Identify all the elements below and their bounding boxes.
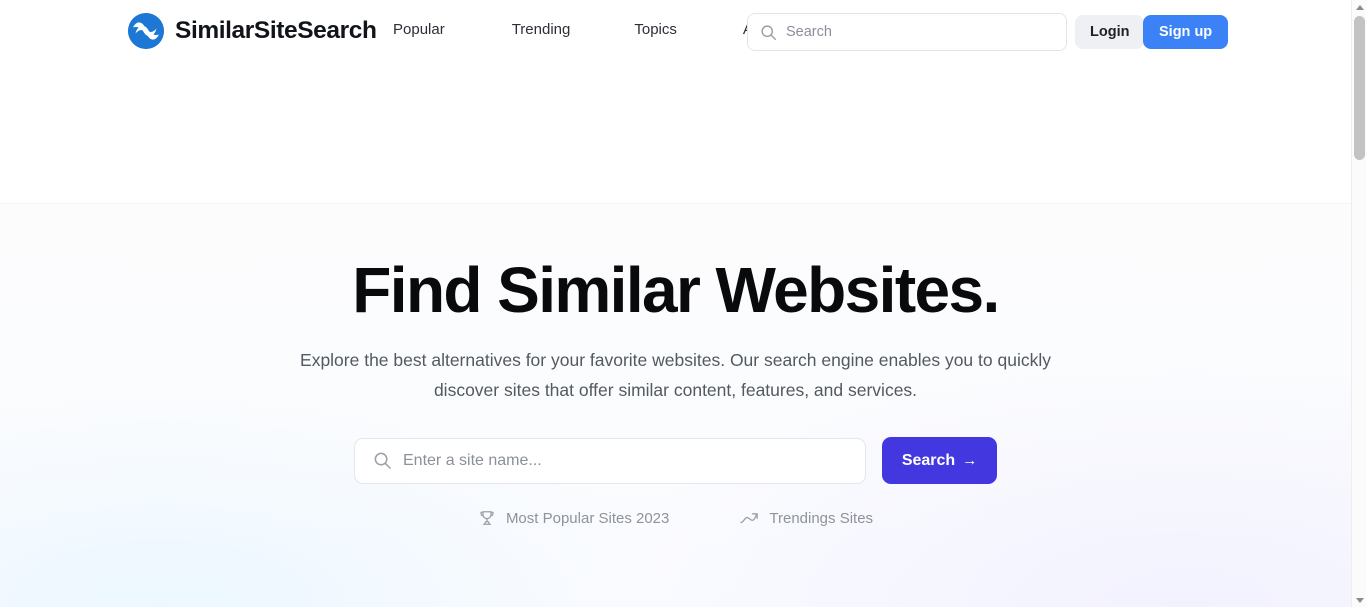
wave-circle-logo-icon — [128, 13, 164, 49]
vertical-scrollbar[interactable] — [1351, 0, 1366, 607]
trending-up-icon — [739, 509, 759, 527]
search-button-label: Search — [901, 451, 956, 469]
trophy-icon — [478, 509, 496, 527]
arrow-right-icon: → — [962, 452, 978, 469]
nav-item-popular[interactable]: Popular — [393, 21, 445, 38]
scroll-up-arrow-icon[interactable] — [1352, 0, 1366, 14]
site-name-input[interactable]: Enter a site name... — [403, 452, 542, 470]
quick-link-label: Most Popular Sites 2023 — [505, 509, 670, 527]
hero-section: Find Similar Websites. Explore the best … — [0, 203, 1351, 607]
page-title: Find Similar Websites. — [352, 254, 1000, 326]
page-content: SimilarSiteSearch Popular Trending Topic… — [0, 0, 1351, 607]
header-search-input[interactable]: Search — [786, 24, 832, 40]
nav-item-topics[interactable]: Topics — [634, 21, 677, 38]
hero-search-row: Enter a site name... Search → — [354, 437, 997, 484]
quick-link-most-popular[interactable]: Most Popular Sites 2023 — [478, 509, 669, 527]
browser-viewport: SimilarSiteSearch Popular Trending Topic… — [0, 0, 1366, 607]
search-icon — [373, 451, 392, 470]
login-button[interactable]: Login — [1075, 15, 1145, 49]
brand-name: SimilarSiteSearch — [175, 17, 377, 44]
site-header: SimilarSiteSearch Popular Trending Topic… — [0, 0, 1351, 64]
scroll-down-arrow-icon[interactable] — [1352, 593, 1366, 607]
quick-links: Most Popular Sites 2023 Trendings Sites — [0, 509, 1351, 527]
search-button[interactable]: Search → — [882, 437, 997, 484]
main-nav: Popular Trending Topics API — [393, 21, 767, 38]
hero-subtitle: Explore the best alternatives for your f… — [300, 350, 1051, 400]
site-name-search-box[interactable]: Enter a site name... — [354, 437, 866, 484]
search-icon — [760, 24, 777, 41]
header-search-box[interactable]: Search — [747, 13, 1067, 51]
nav-item-trending[interactable]: Trending — [512, 21, 571, 38]
brand-logo[interactable]: SimilarSiteSearch — [128, 13, 377, 49]
scrollbar-thumb[interactable] — [1354, 16, 1365, 160]
quick-link-trending[interactable]: Trendings Sites — [739, 509, 873, 527]
quick-link-label: Trendings Sites — [769, 509, 874, 527]
signup-button[interactable]: Sign up — [1143, 15, 1229, 49]
